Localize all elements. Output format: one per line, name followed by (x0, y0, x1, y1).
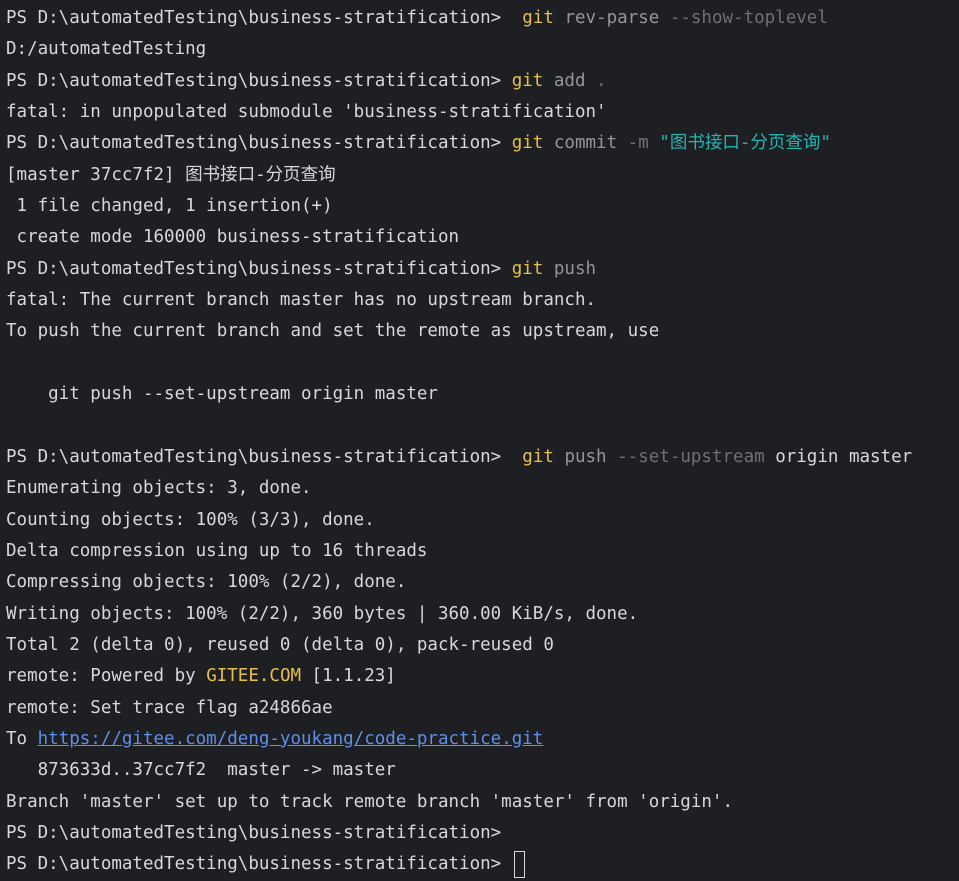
git-keyword: git (511, 133, 544, 154)
terminal-line: git push --set-upstream origin master (6, 384, 438, 405)
git-flag: --show-toplevel (669, 8, 828, 28)
terminal-line: PS D:\automatedTesting\business-stratifi… (0, 442, 959, 473)
terminal-line: Compressing objects: 100% (2/2), done. (6, 572, 407, 593)
terminal-line: PS D:\automatedTesting\business-stratifi… (0, 3, 959, 34)
terminal-line: PS D:\automatedTesting\business-stratifi… (0, 128, 959, 159)
gitee-highlight: GITEE.COM (206, 666, 302, 687)
text-cursor[interactable] (513, 850, 525, 878)
remote-prefix: remote: Powered by (6, 666, 207, 687)
terminal-line: 1 file changed, 1 insertion(+) (6, 196, 333, 217)
git-keyword: git (522, 8, 554, 28)
prompt: PS D:\automatedTesting\business-stratifi… (6, 258, 512, 279)
git-subcommand: add (553, 70, 586, 91)
git-flag: . (596, 70, 607, 91)
terminal-line: remote: Powered by GITEE.COM [1.1.23] (0, 661, 959, 692)
terminal-line: 873633d..37cc7f2 master -> master (6, 760, 396, 781)
terminal-line: Branch 'master' set up to track remote b… (6, 791, 733, 812)
terminal-output[interactable]: PS D:\automatedTesting\business-stratifi… (0, 0, 959, 878)
terminal-line: To push the current branch and set the r… (6, 321, 660, 342)
prompt: PS D:\automatedTesting\business-stratifi… (6, 822, 512, 843)
terminal-line: PS D:\automatedTesting\business-stratifi… (0, 254, 959, 285)
terminal-line: Writing objects: 100% (2/2), 360 bytes |… (6, 603, 639, 624)
terminal-line: To https://gitee.com/deng-youkang/code-p… (0, 724, 959, 755)
prompt: PS D:\automatedTesting\business-stratifi… (6, 446, 512, 467)
terminal-line: create mode 160000 business-stratificati… (6, 227, 460, 248)
git-subcommand: push (564, 446, 607, 467)
terminal-line: remote: Set trace flag a24866ae (6, 697, 333, 718)
terminal-line: fatal: The current branch master has no … (6, 290, 597, 311)
prompt: PS D:\automatedTesting\business-stratifi… (6, 70, 512, 91)
terminal-line: PS D:\automatedTesting\business-stratifi… (0, 66, 959, 97)
git-flag: --set-upstream (617, 446, 765, 467)
terminal-line: [master 37cc7f2] 图书接口-分页查询 (6, 164, 336, 185)
git-subcommand: commit (553, 133, 618, 154)
terminal-line: PS D:\automatedTesting\business-stratifi… (0, 818, 959, 849)
git-subcommand: push (553, 258, 597, 279)
prompt: PS D:\automatedTesting\business-stratifi… (6, 133, 512, 154)
commit-message-string: "图书接口-分页查询" (659, 133, 831, 154)
git-keyword: git (511, 70, 544, 91)
git-args: origin master (775, 446, 913, 467)
prompt: PS D:\automatedTesting\business-stratifi… (6, 8, 512, 28)
git-keyword: git (511, 258, 544, 279)
prompt: PS D:\automatedTesting\business-stratifi… (6, 854, 512, 875)
remote-version: [1.1.23] (301, 666, 396, 687)
terminal-line: Total 2 (delta 0), reused 0 (delta 0), p… (6, 634, 554, 655)
git-keyword: git (522, 446, 554, 467)
terminal-line: Delta compression using up to 16 threads (6, 540, 428, 561)
git-subcommand: rev-parse (564, 8, 660, 28)
terminal-line: Enumerating objects: 3, done. (6, 478, 312, 499)
terminal-line: D:/automatedTesting (6, 39, 207, 60)
git-flag: -m (627, 133, 649, 154)
remote-url-link[interactable]: https://gitee.com/deng-youkang/code-prac… (38, 729, 544, 749)
to-prefix: To (6, 728, 38, 749)
terminal-line: Counting objects: 100% (3/3), done. (6, 509, 375, 530)
terminal-line: fatal: in unpopulated submodule 'busines… (6, 102, 607, 123)
